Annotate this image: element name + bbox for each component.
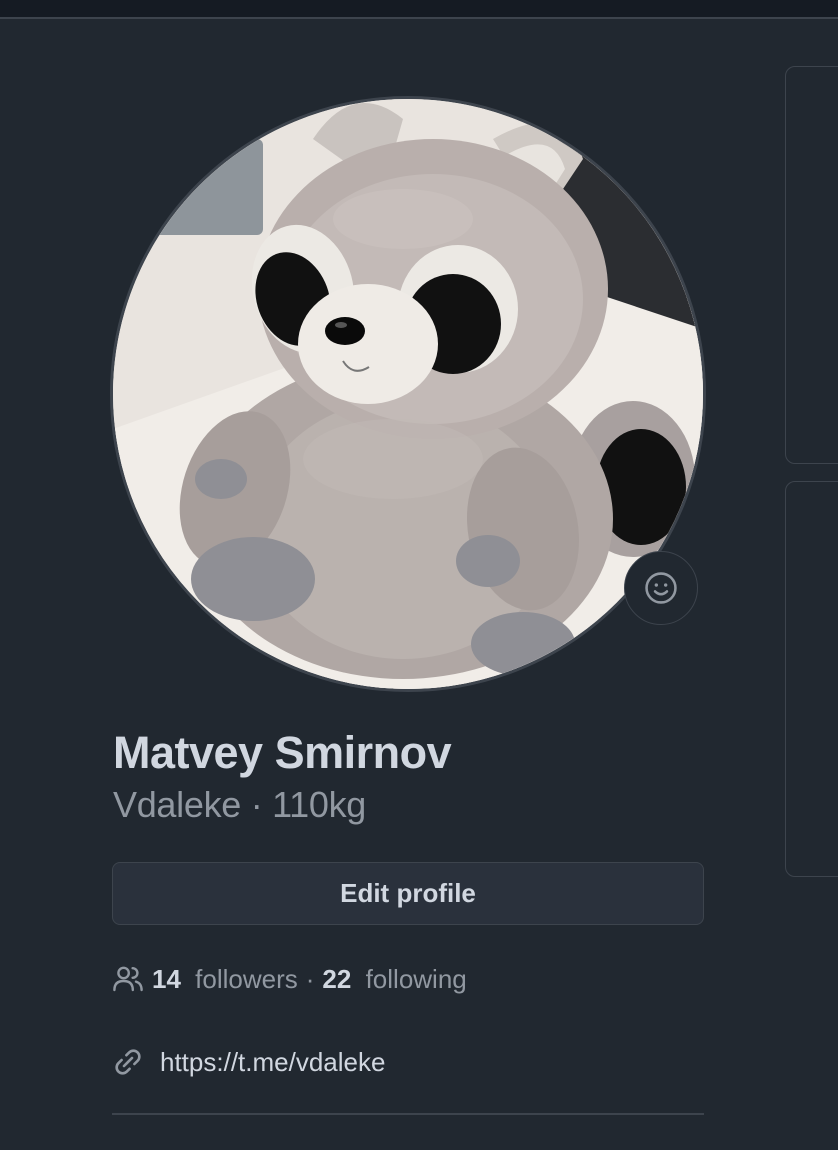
people-icon (113, 966, 143, 992)
set-status-button[interactable] (624, 551, 698, 625)
edit-profile-button[interactable]: Edit profile (112, 862, 704, 925)
profile-page: Matvey Smirnov Vdaleke · 110kg Edit prof… (0, 0, 838, 1150)
header-bar (0, 0, 838, 19)
side-card-top (785, 66, 838, 464)
following-count: 22 (322, 963, 352, 994)
profile-pronouns: 110kg (272, 784, 367, 825)
profile-link-row: https://t.me/vdaleke (112, 1043, 385, 1081)
separator-dot: · (250, 784, 263, 825)
link-icon (115, 1049, 141, 1075)
followers-count: 14 (152, 963, 181, 994)
raccoon-plush-illustration (113, 99, 703, 689)
side-card-bottom (785, 481, 838, 877)
smiley-icon (645, 572, 677, 604)
following-label: following (365, 963, 467, 994)
section-divider (112, 1113, 704, 1115)
separator-dot: · (305, 963, 315, 994)
following-link[interactable]: 22 following (322, 964, 466, 995)
followers-label: followers (195, 963, 298, 994)
profile-name: Matvey Smirnov (113, 727, 452, 778)
telegram-link[interactable]: https://t.me/vdaleke (160, 1047, 385, 1078)
followers-link[interactable]: 14 followers (152, 964, 298, 995)
follow-stats: 14 followers · 22 following (112, 961, 467, 997)
profile-avatar[interactable] (110, 96, 706, 692)
profile-username-line: Vdaleke · 110kg (113, 784, 366, 826)
profile-username: Vdaleke (113, 784, 241, 825)
